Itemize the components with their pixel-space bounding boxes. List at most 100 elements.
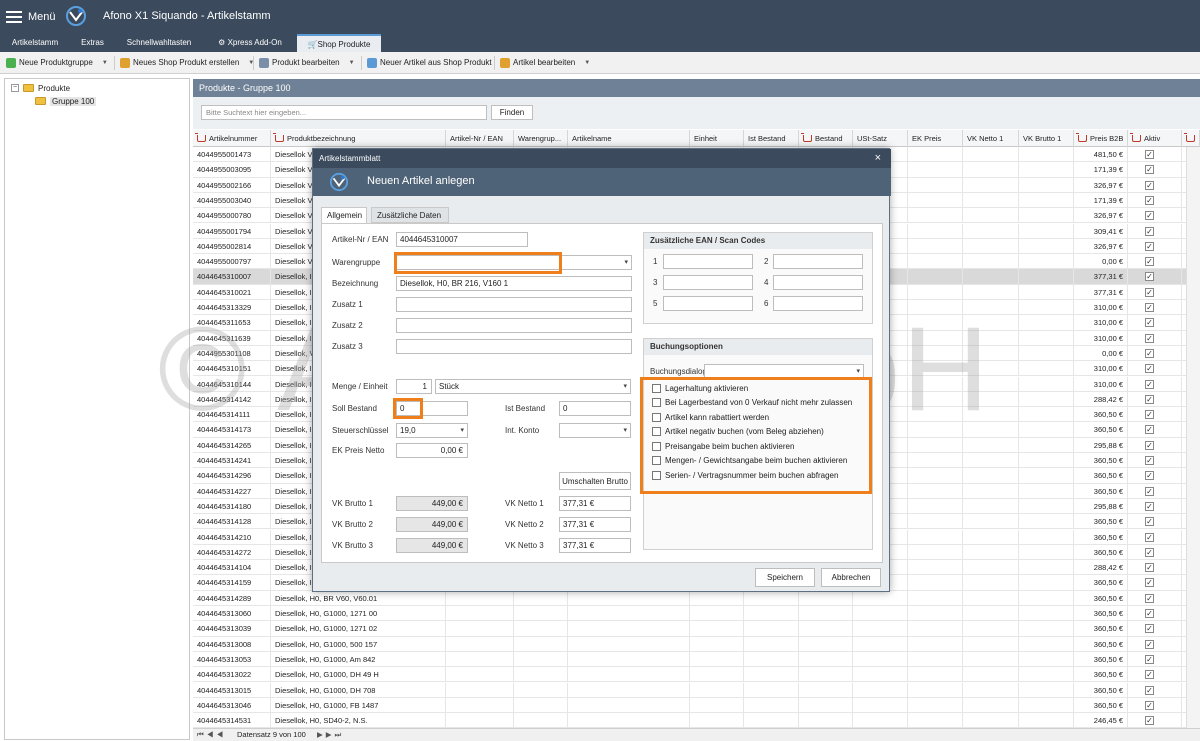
- active-checkbox[interactable]: ✓: [1145, 394, 1154, 404]
- column-header[interactable]: Artikel-Nr / EAN: [446, 130, 514, 147]
- active-checkbox[interactable]: ✓: [1145, 379, 1154, 389]
- zusatz-1-field[interactable]: [396, 297, 632, 312]
- extra-ean-3-field[interactable]: [663, 275, 753, 290]
- table-row[interactable]: 4044645313008 Diesellok, H0, G1000, 500 1…: [193, 636, 1200, 652]
- extra-ean-5-field[interactable]: [663, 296, 753, 311]
- tab-xpress-addon[interactable]: ⚙ Xpress Add-On: [205, 34, 295, 52]
- table-row[interactable]: 4044645314289 Diesellok, H0, BR V60, V60.…: [193, 590, 1200, 606]
- menu-button[interactable]: Menü: [6, 7, 56, 27]
- edit-product-button[interactable]: Produkt bearbeiten ▼: [259, 55, 355, 71]
- chevron-down-icon[interactable]: ▼: [349, 55, 355, 71]
- description-field[interactable]: Diesellok, H0, BR 216, V160 1: [396, 276, 632, 291]
- column-header[interactable]: VK Netto 1: [963, 130, 1019, 147]
- konto-select[interactable]: [559, 423, 631, 438]
- active-checkbox[interactable]: ✓: [1145, 226, 1154, 236]
- active-checkbox[interactable]: ✓: [1145, 578, 1154, 588]
- edit-article-button[interactable]: Artikel bearbeiten ▼: [500, 55, 590, 71]
- active-checkbox[interactable]: ✓: [1145, 654, 1154, 664]
- extra-ean-6-field[interactable]: [773, 296, 863, 311]
- table-row[interactable]: 4044645313046 Diesellok, H0, G1000, FB 14…: [193, 697, 1200, 714]
- collapse-icon[interactable]: −: [11, 84, 19, 92]
- active-checkbox[interactable]: ✓: [1145, 425, 1154, 435]
- unit-select[interactable]: Stück: [435, 379, 631, 394]
- active-checkbox[interactable]: ✓: [1145, 593, 1154, 603]
- column-header[interactable]: Bestand: [799, 130, 853, 147]
- column-header[interactable]: USt-Satz: [853, 130, 908, 147]
- column-header[interactable]: Ist Bestand: [744, 130, 799, 147]
- ek-price-field[interactable]: 0,00 €: [396, 443, 468, 458]
- cancel-button[interactable]: Abbrechen: [821, 568, 881, 587]
- active-checkbox[interactable]: ✓: [1145, 456, 1154, 465]
- extra-ean-4-field[interactable]: [773, 275, 863, 290]
- active-checkbox[interactable]: ✓: [1145, 364, 1154, 374]
- active-checkbox[interactable]: ✓: [1145, 609, 1154, 618]
- column-header[interactable]: [1182, 130, 1200, 147]
- nav-arrows-icon[interactable]: ⏮◀◀: [197, 729, 226, 741]
- table-row[interactable]: 4044645313060 Diesellok, H0, G1000, 1271 …: [193, 606, 1200, 622]
- active-checkbox[interactable]: ✓: [1145, 195, 1154, 205]
- close-icon[interactable]: ×: [875, 149, 881, 168]
- tab-artikelstamm[interactable]: Artikelstamm: [0, 34, 70, 52]
- active-checkbox[interactable]: ✓: [1145, 716, 1154, 726]
- find-button[interactable]: Finden: [491, 105, 533, 120]
- new-from-shop-button[interactable]: Neuer Artikel aus Shop Produkt: [367, 55, 492, 71]
- vk-netto-3-field[interactable]: 377,31 €: [559, 538, 631, 553]
- new-group-button[interactable]: Neue Produktgruppe ▼: [6, 55, 108, 71]
- tree-node-produkte[interactable]: − Produkte: [11, 82, 189, 94]
- chevron-down-icon[interactable]: ▼: [584, 55, 590, 71]
- active-checkbox[interactable]: ✓: [1145, 165, 1154, 175]
- table-row[interactable]: 4044645313015 Diesellok, H0, G1000, DH 70…: [193, 682, 1200, 698]
- active-checkbox[interactable]: ✓: [1145, 501, 1154, 511]
- table-row[interactable]: 4044645313022 Diesellok, H0, G1000, DH 49…: [193, 667, 1200, 683]
- active-checkbox[interactable]: ✓: [1145, 700, 1154, 710]
- tree-node-gruppe-100[interactable]: Gruppe 100: [35, 95, 189, 107]
- nav-arrows-icon[interactable]: ▶▶⏭: [317, 729, 344, 741]
- column-header[interactable]: Aktiv: [1128, 130, 1182, 147]
- ist-bestand-field[interactable]: 0: [559, 401, 631, 416]
- active-checkbox[interactable]: ✓: [1145, 639, 1154, 649]
- active-checkbox[interactable]: ✓: [1145, 547, 1154, 557]
- vertical-scrollbar[interactable]: [1186, 147, 1200, 728]
- tax-select[interactable]: 19,0: [396, 423, 468, 438]
- active-checkbox[interactable]: ✓: [1145, 272, 1154, 282]
- table-row[interactable]: 4044645313053 Diesellok, H0, G1000, Am 84…: [193, 651, 1200, 668]
- column-header[interactable]: Artikelnummer: [193, 130, 271, 147]
- extra-ean-1-field[interactable]: [663, 254, 753, 269]
- active-checkbox[interactable]: ✓: [1145, 211, 1154, 221]
- active-checkbox[interactable]: ✓: [1145, 486, 1154, 496]
- column-header[interactable]: Produktbezeichnung: [271, 130, 446, 147]
- active-checkbox[interactable]: ✓: [1145, 670, 1154, 680]
- zusatz-3-field[interactable]: [396, 339, 632, 354]
- active-checkbox[interactable]: ✓: [1145, 287, 1154, 297]
- zusatz-2-field[interactable]: [396, 318, 632, 333]
- active-checkbox[interactable]: ✓: [1145, 624, 1154, 634]
- active-checkbox[interactable]: ✓: [1145, 517, 1154, 527]
- active-checkbox[interactable]: ✓: [1145, 241, 1154, 251]
- active-checkbox[interactable]: ✓: [1145, 303, 1154, 312]
- active-checkbox[interactable]: ✓: [1145, 318, 1154, 328]
- tab-schnellwahltasten[interactable]: Schnellwahltasten: [118, 34, 200, 52]
- table-row[interactable]: 4044645313039 Diesellok, H0, G1000, 1271 …: [193, 621, 1200, 637]
- column-header[interactable]: EK Preis: [908, 130, 963, 147]
- column-header[interactable]: VK Brutto 1: [1019, 130, 1074, 147]
- save-button[interactable]: Speichern: [755, 568, 815, 587]
- column-header[interactable]: Preis B2B: [1074, 130, 1128, 147]
- extra-ean-2-field[interactable]: [773, 254, 863, 269]
- active-checkbox[interactable]: ✓: [1145, 471, 1154, 481]
- tab-extras[interactable]: Extras: [70, 34, 115, 52]
- column-header[interactable]: Einheit: [690, 130, 744, 147]
- tab-shop-produkte[interactable]: 🛒Shop Produkte: [297, 34, 381, 52]
- active-checkbox[interactable]: ✓: [1145, 180, 1154, 190]
- vk-netto-1-field[interactable]: 377,31 €: [559, 496, 631, 511]
- new-shop-product-button[interactable]: Neues Shop Produkt erstellen ▼: [120, 55, 254, 71]
- column-header[interactable]: Warengrup...: [514, 130, 568, 147]
- vk-netto-2-field[interactable]: 377,31 €: [559, 517, 631, 532]
- chevron-down-icon[interactable]: ▼: [102, 55, 108, 71]
- active-checkbox[interactable]: ✓: [1145, 440, 1154, 450]
- active-checkbox[interactable]: ✓: [1145, 257, 1154, 267]
- active-checkbox[interactable]: ✓: [1145, 410, 1154, 420]
- tab-zusaetzliche-daten[interactable]: Zusätzliche Daten: [371, 207, 449, 223]
- table-row[interactable]: 4044645314531 Diesellok, H0, SD40-2, N.S.…: [193, 713, 1200, 728]
- tab-allgemein[interactable]: Allgemein: [321, 207, 367, 223]
- active-checkbox[interactable]: ✓: [1145, 563, 1154, 573]
